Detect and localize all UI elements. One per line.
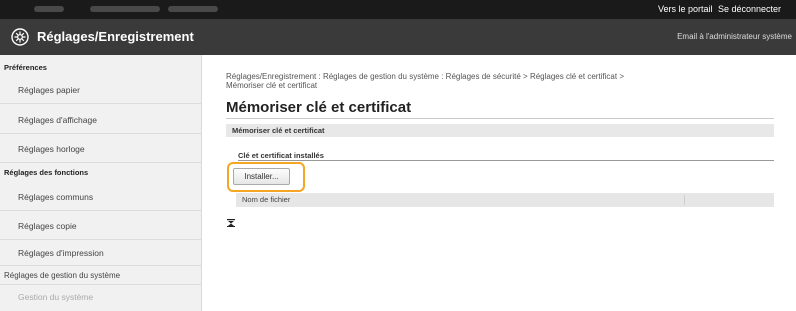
sidebar-item-copy[interactable]: Réglages copie: [18, 221, 77, 231]
divider: [238, 160, 774, 161]
top-bar: Vers le portail Se déconnecter: [0, 0, 796, 19]
sidebar-item-system-management[interactable]: Gestion du système: [18, 292, 93, 302]
sidebar-item-clock[interactable]: Réglages horloge: [18, 144, 85, 154]
divider: [0, 133, 202, 134]
breadcrumb: Réglages/Enregistrement : Réglages de ge…: [226, 72, 786, 90]
sidebar-group-system: Réglages de gestion du système: [4, 271, 121, 280]
section-header: Mémoriser clé et certificat: [226, 124, 774, 137]
divider: [0, 103, 202, 104]
column-divider: [684, 195, 685, 205]
app-title: Réglages/Enregistrement: [37, 29, 194, 44]
breadcrumb-current: Mémoriser clé et certificat: [226, 81, 318, 90]
divider: [0, 162, 202, 163]
sidebar-group-preferences: Préférences: [4, 63, 47, 72]
divider: [0, 265, 202, 266]
sidebar-item-common[interactable]: Réglages communs: [18, 192, 93, 202]
email-admin-link[interactable]: Email à l'administrateur système: [677, 32, 792, 41]
portal-link[interactable]: Vers le portail: [658, 4, 713, 14]
divider: [0, 239, 202, 240]
breadcrumb-path[interactable]: Réglages/Enregistrement : Réglages de ge…: [226, 72, 624, 81]
sidebar-item-print[interactable]: Réglages d'impression: [18, 248, 104, 258]
divider: [0, 210, 202, 211]
sidebar-group-functions: Réglages des fonctions: [4, 168, 89, 177]
table-header: Nom de fichier: [236, 193, 774, 207]
installed-heading: Clé et certificat installés: [238, 151, 324, 160]
blurred-text: [90, 6, 160, 12]
sidebar-item-display[interactable]: Réglages d'affichage: [18, 115, 97, 125]
divider: [226, 118, 774, 119]
divider: [0, 284, 202, 285]
blurred-text: [168, 6, 218, 12]
sort-icon[interactable]: [227, 219, 235, 227]
gear-icon: [11, 28, 29, 46]
sidebar: Préférences Réglages papier Réglages d'a…: [0, 55, 202, 311]
blurred-text: [34, 6, 64, 12]
column-filename: Nom de fichier: [242, 195, 291, 204]
section-title: Mémoriser clé et certificat: [232, 126, 325, 135]
sidebar-item-paper[interactable]: Réglages papier: [18, 85, 80, 95]
page-title: Mémoriser clé et certificat: [226, 99, 412, 116]
install-button[interactable]: Installer...: [233, 168, 290, 185]
app-header: Réglages/Enregistrement Email à l'admini…: [0, 19, 796, 55]
logout-link[interactable]: Se déconnecter: [718, 4, 781, 14]
